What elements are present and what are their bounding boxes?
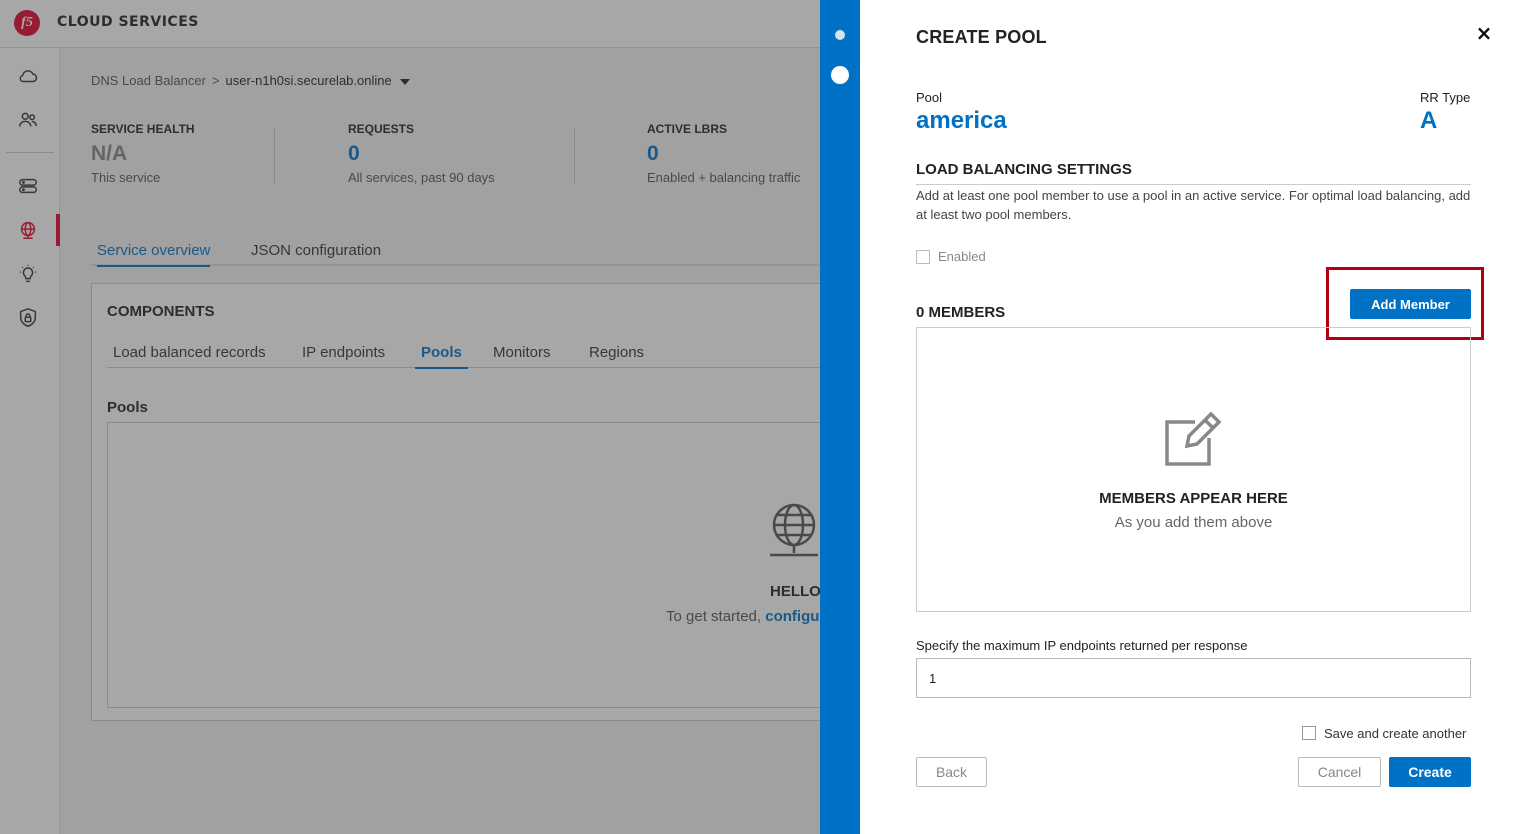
enabled-checkbox[interactable] — [916, 250, 930, 264]
panel-title: CREATE POOL — [916, 27, 1047, 47]
pool-name-value: america — [916, 107, 1007, 134]
pool-label: Pool — [916, 90, 943, 105]
save-and-create-another-checkbox[interactable] — [1302, 726, 1316, 740]
load-balancing-description: Add at least one pool member to use a po… — [916, 188, 1471, 222]
create-pool-panel: CREATE POOL × Pool america RR Type A LOA… — [860, 0, 1513, 834]
members-empty-state: MEMBERS APPEAR HERE As you add them abov… — [916, 327, 1471, 612]
back-button[interactable]: Back — [916, 757, 987, 787]
edit-icon — [1159, 406, 1223, 470]
members-empty-title: MEMBERS APPEAR HERE — [1099, 490, 1288, 507]
step-indicator-1[interactable] — [835, 30, 845, 40]
close-icon[interactable]: × — [1474, 23, 1494, 44]
step-indicator-2-current[interactable] — [831, 66, 849, 84]
max-endpoints-input[interactable] — [916, 658, 1471, 698]
rr-type-value: A — [1420, 107, 1438, 134]
members-count-title: 0 MEMBERS — [916, 304, 1006, 321]
modal-backdrop[interactable] — [0, 0, 820, 834]
max-endpoints-label: Specify the maximum IP endpoints returne… — [916, 638, 1248, 653]
load-balancing-settings-title: LOAD BALANCING SETTINGS — [916, 161, 1132, 178]
create-button[interactable]: Create — [1389, 757, 1471, 787]
wizard-stepper — [820, 0, 860, 834]
cancel-button[interactable]: Cancel — [1298, 757, 1381, 787]
save-and-create-another-label: Save and create another — [1324, 726, 1467, 741]
members-empty-subtitle: As you add them above — [1114, 514, 1273, 531]
enabled-label: Enabled — [938, 249, 986, 264]
rr-type-label: RR Type — [1420, 90, 1471, 105]
section-divider — [916, 184, 1471, 185]
